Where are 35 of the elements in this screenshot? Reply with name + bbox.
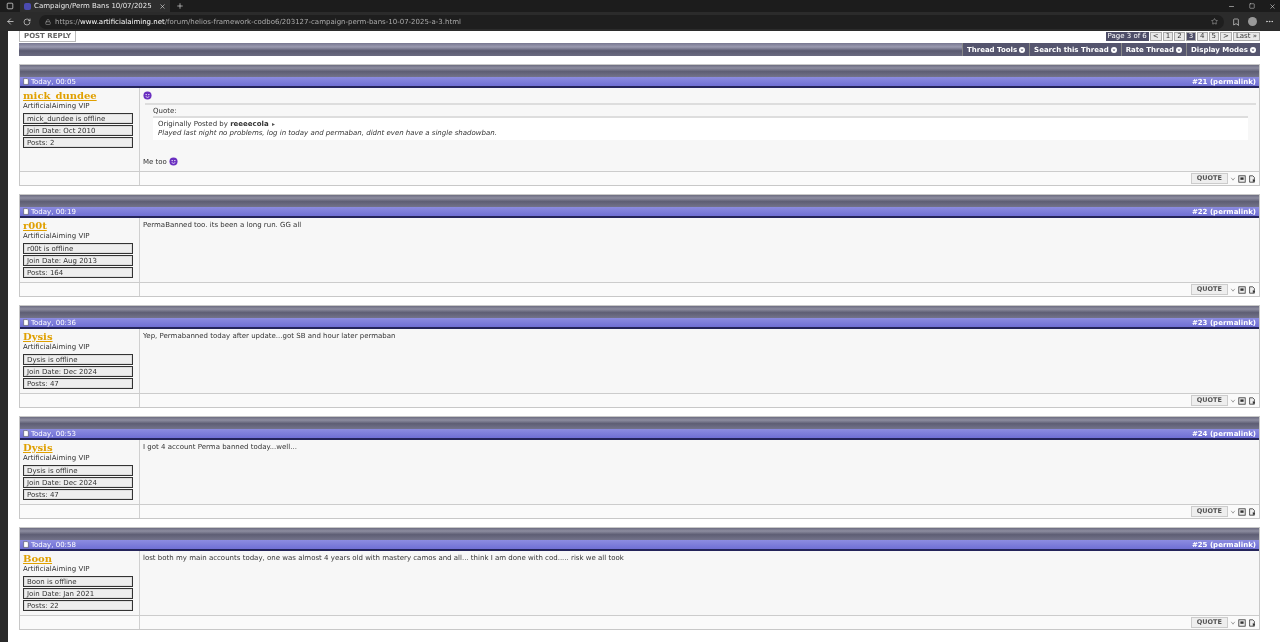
view-post-icon[interactable] xyxy=(270,121,276,127)
document-icon[interactable] xyxy=(1248,507,1256,516)
favorite-star-icon[interactable] xyxy=(1211,18,1218,25)
tab-actions-icon[interactable] xyxy=(6,2,14,10)
caret-icon xyxy=(1176,46,1182,53)
document-icon[interactable] xyxy=(1248,174,1256,183)
multi-quote-icon[interactable] xyxy=(1238,285,1246,294)
document-icon xyxy=(23,208,29,215)
close-icon[interactable] xyxy=(159,2,166,10)
document-icon xyxy=(23,430,29,437)
document-icon xyxy=(23,319,29,326)
multi-quote-icon[interactable] xyxy=(1238,174,1246,183)
document-icon xyxy=(23,78,29,85)
site-favicon-icon xyxy=(24,2,31,10)
lock-icon xyxy=(45,18,51,25)
document-icon[interactable] xyxy=(1248,285,1256,294)
favorites-icon[interactable] xyxy=(1232,17,1240,26)
more-icon[interactable] xyxy=(1265,17,1274,26)
document-icon[interactable] xyxy=(1248,618,1256,627)
new-tab-icon[interactable] xyxy=(176,2,184,10)
multi-quote-icon[interactable] xyxy=(1238,396,1246,405)
caret-icon xyxy=(1250,46,1256,53)
multi-quote-icon[interactable] xyxy=(1238,618,1246,627)
document-icon xyxy=(23,541,29,548)
reload-icon[interactable] xyxy=(23,17,31,26)
caret-icon xyxy=(1110,46,1117,53)
maximize-icon[interactable] xyxy=(1249,2,1255,9)
profile-avatar[interactable] xyxy=(1248,17,1257,26)
multi-quote-icon[interactable] xyxy=(1238,507,1246,516)
smiley-icon xyxy=(168,157,178,166)
smiley-icon xyxy=(143,91,152,100)
document-icon[interactable] xyxy=(1248,396,1256,405)
caret-icon xyxy=(1019,46,1026,53)
close-icon[interactable] xyxy=(1269,2,1276,10)
back-icon[interactable] xyxy=(6,17,15,26)
